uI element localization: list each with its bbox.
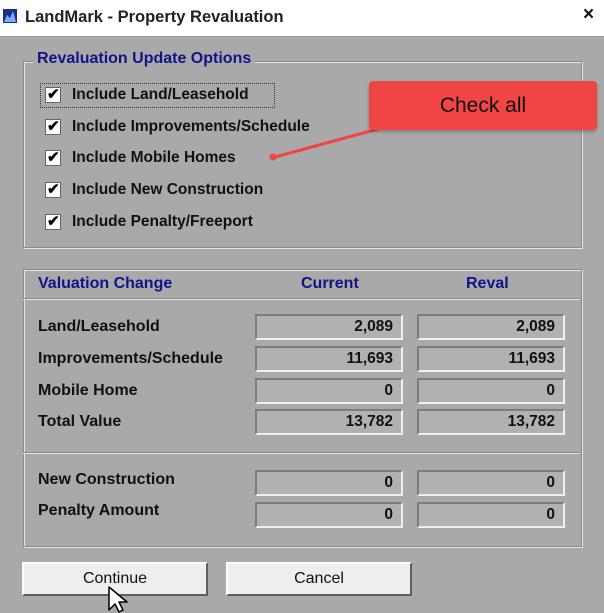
- land-current-value: 2,089: [255, 314, 403, 340]
- section-divider: [23, 452, 580, 454]
- row-label-penalty: Penalty Amount: [38, 502, 160, 519]
- row-label-land: Land/Leasehold: [38, 318, 160, 335]
- annotation-callout: Check all: [369, 81, 597, 130]
- mouse-cursor-icon: [108, 586, 128, 613]
- row-label-mobile-home: Mobile Home: [38, 382, 138, 399]
- penalty-reval-value: 0: [417, 502, 565, 528]
- new-construction-reval-value: 0: [417, 470, 565, 496]
- cancel-button[interactable]: Cancel: [226, 562, 412, 596]
- current-header: Current: [301, 275, 359, 292]
- penalty-current-value: 0: [255, 502, 403, 528]
- new-construction-current-value: 0: [255, 470, 403, 496]
- land-reval-value: 2,089: [417, 314, 565, 340]
- row-label-new-construction: New Construction: [38, 471, 175, 488]
- row-label-improvements: Improvements/Schedule: [38, 350, 223, 367]
- mobile-home-current-value: 0: [255, 378, 403, 404]
- mobile-home-reval-value: 0: [417, 378, 565, 404]
- header-divider: [23, 298, 580, 300]
- reval-header: Reval: [466, 275, 509, 292]
- improvements-current-value: 11,693: [255, 346, 403, 372]
- improvements-reval-value: 11,693: [417, 346, 565, 372]
- valuation-header-label: Valuation Change: [38, 275, 173, 292]
- row-label-total: Total Value: [38, 413, 122, 430]
- total-current-value: 13,782: [255, 409, 403, 435]
- total-reval-value: 13,782: [417, 409, 565, 435]
